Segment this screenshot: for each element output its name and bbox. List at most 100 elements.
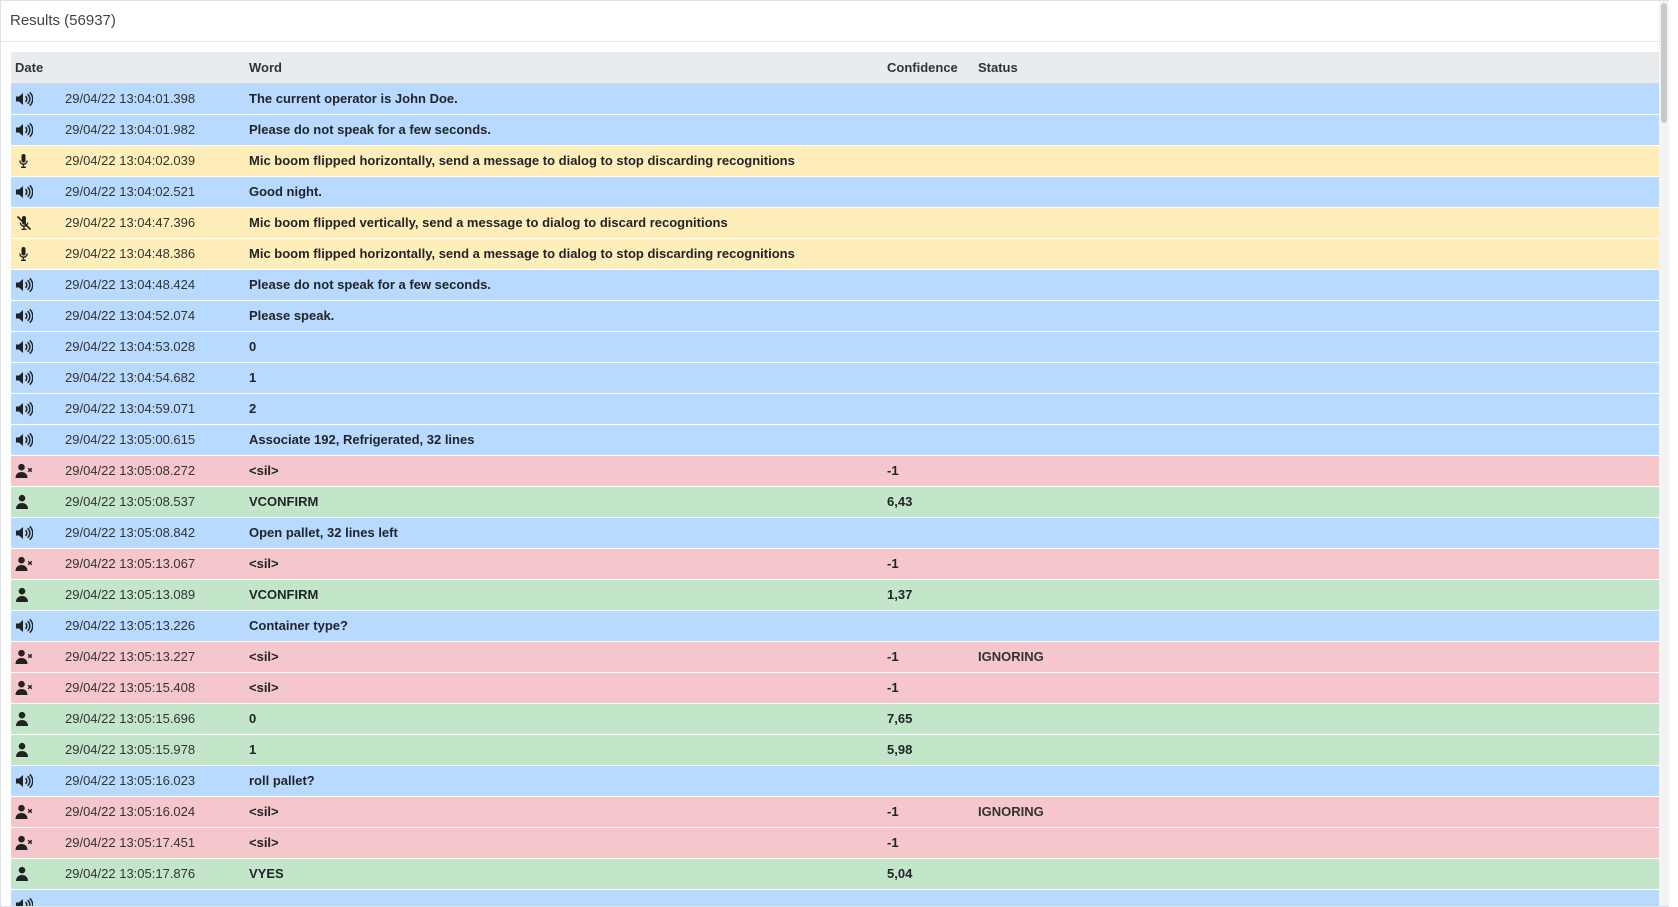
row-icon-cell <box>11 424 61 455</box>
table-row[interactable]: 29/04/22 13:04:47.396 Mic boom flipped ve… <box>11 207 1662 238</box>
table-row[interactable]: 29/04/22 13:05:15.408 <sil> -1 <box>11 672 1662 703</box>
row-status <box>974 610 1662 641</box>
row-word: Please speak. <box>249 308 335 323</box>
row-status <box>974 548 1662 579</box>
row-confidence: -1 <box>887 680 899 695</box>
table-row[interactable]: 29/04/22 13:04:01.982 Please do not speak… <box>11 114 1662 145</box>
row-date: 29/04/22 13:04:53.028 <box>65 339 196 354</box>
row-confidence: 5,98 <box>887 742 913 757</box>
user-icon <box>15 711 33 727</box>
table-row[interactable]: 29/04/22 13:04:02.039 Mic boom flipped ho… <box>11 145 1662 176</box>
row-word: Container type? <box>249 618 348 633</box>
column-header-word[interactable]: Word <box>245 52 883 84</box>
row-date: 29/04/22 13:04:59.071 <box>65 401 196 416</box>
row-icon-cell <box>11 610 61 641</box>
speaker-icon <box>15 370 33 386</box>
row-icon-cell <box>11 827 61 858</box>
speaker-icon <box>15 277 33 293</box>
table-row[interactable]: 29/04/22 13:04:53.028 0 <box>11 331 1662 362</box>
row-icon-cell <box>11 796 61 827</box>
table-row[interactable]: 29/04/22 13:05:15.978 1 5,98 <box>11 734 1662 765</box>
row-date: 29/04/22 13:05:08.272 <box>65 463 196 478</box>
row-confidence: 5,04 <box>887 866 913 881</box>
row-word: 1 <box>249 370 257 385</box>
table-row[interactable]: 29/04/22 13:05:13.227 <sil> -1 IGNORING <box>11 641 1662 672</box>
row-word: 2 <box>249 401 257 416</box>
microphone-icon <box>15 153 33 169</box>
row-date: 29/04/22 13:04:52.074 <box>65 308 196 323</box>
speaker-icon <box>15 308 33 324</box>
row-date <box>61 889 245 906</box>
column-header-date[interactable]: Date <box>11 52 245 84</box>
speaker-icon <box>15 339 33 355</box>
row-date: 29/04/22 13:05:15.408 <box>65 680 196 695</box>
user-times-icon <box>15 680 33 696</box>
table-row[interactable]: 29/04/22 13:05:17.876 VYES 5,04 <box>11 858 1662 889</box>
row-status <box>974 517 1662 548</box>
table-row[interactable]: 29/04/22 13:05:16.023 roll pallet? <box>11 765 1662 796</box>
row-date: 29/04/22 13:05:15.696 <box>65 711 196 726</box>
row-word: <sil> <box>249 804 279 819</box>
row-confidence <box>883 83 974 114</box>
row-status <box>974 393 1662 424</box>
row-status <box>974 734 1662 765</box>
user-times-icon <box>15 649 33 665</box>
speaker-icon <box>15 122 33 138</box>
row-confidence <box>883 393 974 424</box>
row-date: 29/04/22 13:04:02.039 <box>65 153 196 168</box>
table-row[interactable]: 29/04/22 13:05:13.226 Container type? <box>11 610 1662 641</box>
table-row[interactable]: 29/04/22 13:05:16.024 <sil> -1 IGNORING <box>11 796 1662 827</box>
row-status <box>974 486 1662 517</box>
row-status <box>974 238 1662 269</box>
row-word: Mic boom flipped horizontally, send a me… <box>249 153 795 168</box>
scrollbar-thumb[interactable] <box>1661 3 1667 123</box>
column-header-confidence[interactable]: Confidence <box>883 52 974 84</box>
table-row[interactable]: 29/04/22 13:04:59.071 2 <box>11 393 1662 424</box>
row-status <box>974 672 1662 703</box>
table-row[interactable]: 29/04/22 13:05:08.537 VCONFIRM 6,43 <box>11 486 1662 517</box>
user-icon <box>15 587 33 603</box>
row-confidence <box>883 362 974 393</box>
row-icon-cell <box>11 145 61 176</box>
microphone-slash-icon <box>15 215 33 231</box>
speaker-icon <box>15 184 33 200</box>
row-confidence <box>883 765 974 796</box>
table-row[interactable]: 29/04/22 13:05:08.842 Open pallet, 32 lin… <box>11 517 1662 548</box>
table-row[interactable] <box>11 889 1662 906</box>
table-row[interactable]: 29/04/22 13:05:13.067 <sil> -1 <box>11 548 1662 579</box>
row-confidence <box>883 300 974 331</box>
table-row[interactable]: 29/04/22 13:05:08.272 <sil> -1 <box>11 455 1662 486</box>
table-row[interactable]: 29/04/22 13:05:17.451 <sil> -1 <box>11 827 1662 858</box>
vertical-scrollbar[interactable] <box>1659 1 1669 906</box>
user-times-icon <box>15 835 33 851</box>
row-confidence: -1 <box>887 556 899 571</box>
table-row[interactable]: 29/04/22 13:04:54.682 1 <box>11 362 1662 393</box>
table-row[interactable]: 29/04/22 13:04:48.386 Mic boom flipped ho… <box>11 238 1662 269</box>
row-date: 29/04/22 13:04:48.424 <box>65 277 196 292</box>
table-row[interactable]: 29/04/22 13:05:00.615 Associate 192, Refr… <box>11 424 1662 455</box>
row-icon-cell <box>11 331 61 362</box>
speaker-icon <box>15 525 33 541</box>
row-confidence: -1 <box>887 463 899 478</box>
row-word: Mic boom flipped horizontally, send a me… <box>249 246 795 261</box>
table-row[interactable]: 29/04/22 13:04:52.074 Please speak. <box>11 300 1662 331</box>
row-confidence <box>883 176 974 207</box>
row-word: <sil> <box>249 649 279 664</box>
row-date: 29/04/22 13:05:17.451 <box>65 835 196 850</box>
row-status <box>974 114 1662 145</box>
row-status <box>974 207 1662 238</box>
speaker-icon <box>15 91 33 107</box>
row-date: 29/04/22 13:05:13.226 <box>65 618 196 633</box>
row-date: 29/04/22 13:05:13.227 <box>65 649 196 664</box>
row-confidence <box>883 517 974 548</box>
table-row[interactable]: 29/04/22 13:04:01.398 The current operato… <box>11 83 1662 114</box>
row-icon-cell <box>11 579 61 610</box>
table-row[interactable]: 29/04/22 13:05:15.696 0 7,65 <box>11 703 1662 734</box>
row-status <box>974 889 1662 906</box>
row-date: 29/04/22 13:04:01.398 <box>65 91 196 106</box>
table-row[interactable]: 29/04/22 13:04:02.521 Good night. <box>11 176 1662 207</box>
column-header-status[interactable]: Status <box>974 52 1662 84</box>
table-row[interactable]: 29/04/22 13:05:13.089 VCONFIRM 1,37 <box>11 579 1662 610</box>
row-word <box>245 889 883 906</box>
table-row[interactable]: 29/04/22 13:04:48.424 Please do not speak… <box>11 269 1662 300</box>
